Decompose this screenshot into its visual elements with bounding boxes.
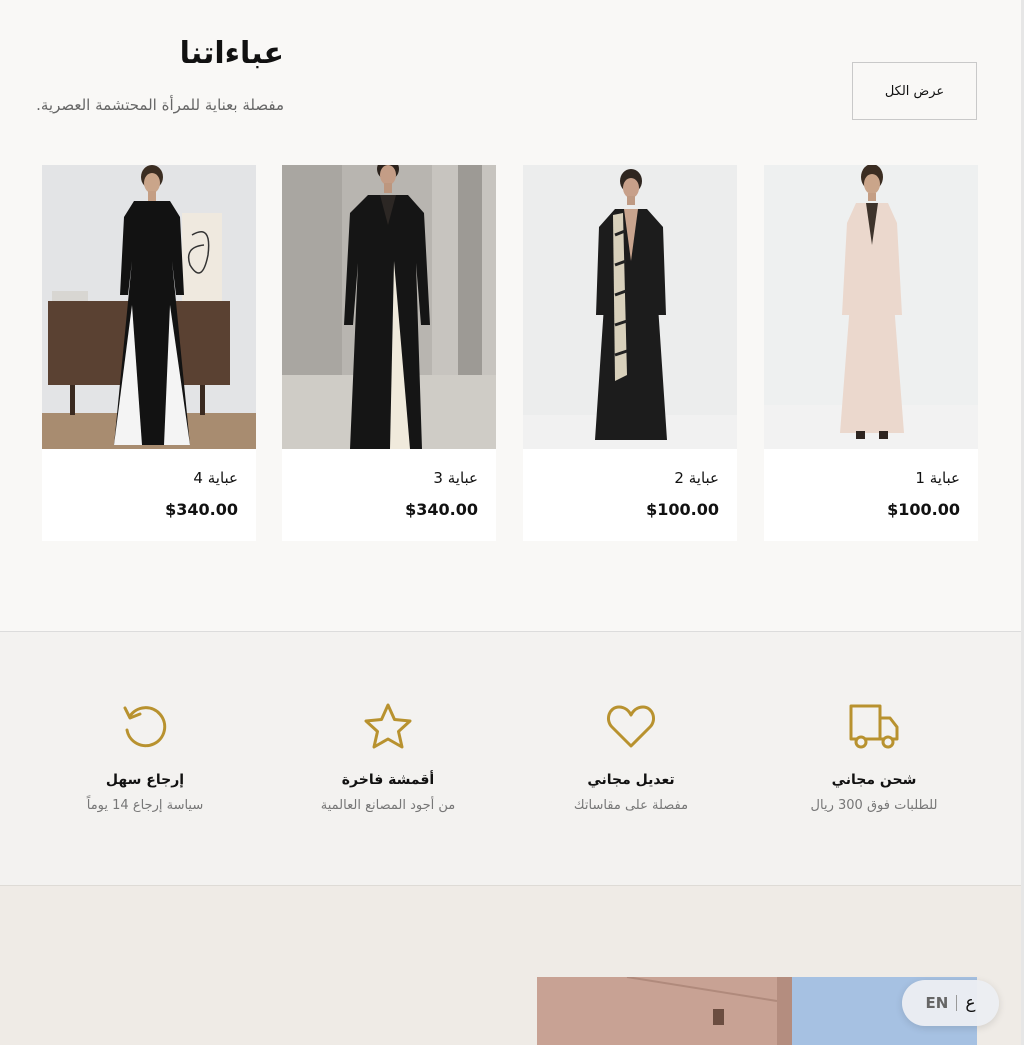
feature-subtitle: سياسة إرجاع 14 يوماً	[86, 798, 204, 813]
product-image[interactable]	[764, 165, 978, 449]
product-card[interactable]: عباية 3 $340.00	[282, 165, 496, 541]
feature-title: شحن مجاني	[831, 772, 917, 788]
product-price: $100.00	[887, 500, 960, 519]
feature-title: أقمشة فاخرة	[341, 772, 435, 788]
return-icon	[123, 706, 167, 748]
product-image[interactable]	[282, 165, 496, 449]
products-section: عباءاتنا مفصلة بعناية للمرأة المحتشمة ال…	[0, 0, 1024, 632]
product-price: $340.00	[405, 500, 478, 519]
language-switcher[interactable]: EN ع	[902, 980, 999, 1026]
bottom-section	[0, 886, 1024, 1045]
feature-item: إرجاع سهل سياسة إرجاع 14 يوماً	[45, 702, 245, 832]
product-card[interactable]: عباية 4 $340.00	[42, 165, 256, 541]
product-image[interactable]	[42, 165, 256, 449]
product-name[interactable]: عباية 3	[433, 469, 478, 487]
feature-subtitle: للطلبات فوق 300 ريال	[810, 798, 938, 813]
feature-subtitle: من أجود المصانع العالمية	[320, 798, 456, 813]
product-name[interactable]: عباية 1	[915, 469, 960, 487]
section-title: عباءاتنا	[179, 36, 284, 71]
feature-subtitle: مفصلة على مقاساتك	[573, 798, 689, 813]
star-icon	[364, 703, 412, 749]
product-image[interactable]	[523, 165, 737, 449]
product-card[interactable]: عباية 1 $100.00	[764, 165, 978, 541]
product-name[interactable]: عباية 4	[193, 469, 238, 487]
language-ar-option[interactable]: ع	[957, 993, 983, 1013]
feature-title: تعديل مجاني	[587, 772, 675, 788]
truck-icon	[849, 704, 899, 749]
heart-icon	[607, 705, 655, 748]
feature-item: أقمشة فاخرة من أجود المصانع العالمية	[288, 702, 488, 832]
language-en-option[interactable]: EN	[918, 994, 957, 1012]
product-price: $340.00	[165, 500, 238, 519]
product-name[interactable]: عباية 2	[674, 469, 719, 487]
product-card[interactable]: عباية 2 $100.00	[523, 165, 737, 541]
features-section: شحن مجاني للطلبات فوق 300 ريال تعديل مجا…	[0, 632, 1024, 885]
section-subtitle: مفصلة بعناية للمرأة المحتشمة العصرية.	[36, 96, 284, 114]
product-price: $100.00	[646, 500, 719, 519]
view-all-button[interactable]: عرض الكل	[852, 62, 977, 120]
feature-title: إرجاع سهل	[105, 772, 185, 788]
feature-item: شحن مجاني للطلبات فوق 300 ريال	[774, 702, 974, 832]
feature-item: تعديل مجاني مفصلة على مقاساتك	[531, 702, 731, 832]
